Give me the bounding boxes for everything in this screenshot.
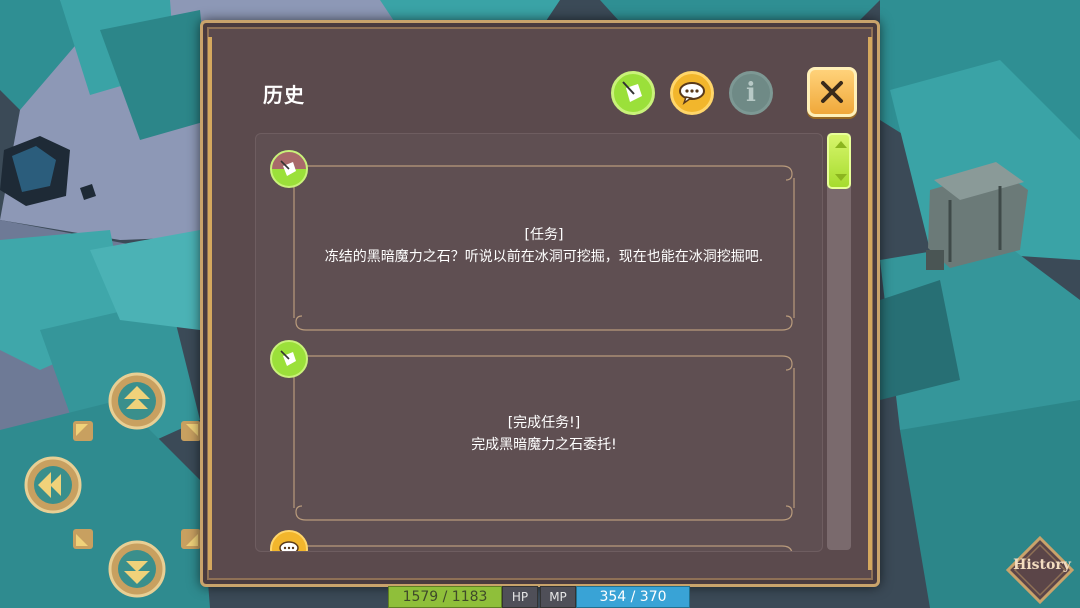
dpad-downright-button[interactable] (180, 528, 200, 550)
entry-tag: [完成任务!] (507, 415, 581, 431)
entry-text: 完成黑暗魔力之石委托! (471, 437, 617, 453)
dpad-downleft-button[interactable] (72, 528, 94, 550)
chevron-down-icon (835, 174, 847, 181)
entry-tag: [任务] (524, 227, 564, 243)
history-panel: 历史 i [任务] 冻结的黑暗魔力之石？听说以前在冰洞可挖掘，现在也能在冰洞挖掘… (200, 20, 880, 587)
scrollbar-thumb[interactable] (827, 133, 851, 189)
panel-edge-right (868, 37, 872, 570)
entry-icon (270, 530, 308, 551)
quill-icon (280, 350, 296, 366)
history-entry: [完成任务!] 完成黑暗魔力之石委托! (270, 340, 796, 522)
history-entry: [任务] 冻结的黑暗魔力之石？听说以前在冰洞可挖掘，现在也能在冰洞挖掘吧. (270, 150, 796, 332)
hp-label: HP (502, 586, 538, 608)
tab-quest[interactable] (611, 71, 655, 115)
quill-icon (622, 81, 642, 102)
hp-bar: 1579 / 1183 (388, 586, 502, 608)
mp-label: MP (540, 586, 576, 608)
entry-frame (306, 545, 793, 551)
tab-chat[interactable] (670, 71, 714, 115)
mp-bar: 354 / 370 (576, 586, 690, 608)
history-entry (270, 530, 796, 551)
quill-icon (280, 160, 296, 176)
tab-info[interactable]: i (729, 71, 773, 115)
close-icon (821, 81, 843, 103)
dpad-upleft-button[interactable] (72, 420, 94, 442)
history-list[interactable]: [任务] 冻结的黑暗魔力之石？听说以前在冰洞可挖掘，现在也能在冰洞挖掘吧. [完… (255, 133, 823, 552)
speech-bubble-icon (279, 541, 299, 551)
history-button-label: History (1013, 557, 1071, 573)
close-button[interactable] (807, 67, 857, 117)
dpad-upright-button[interactable] (180, 420, 200, 442)
panel-edge-left (208, 37, 212, 570)
chevron-up-icon (835, 141, 847, 148)
dpad-up-button[interactable] (108, 372, 166, 430)
entry-icon (270, 340, 308, 378)
panel-title: 历史 (263, 83, 305, 107)
entry-text: 冻结的黑暗魔力之石？听说以前在冰洞可挖掘，现在也能在冰洞挖掘吧. (324, 249, 764, 265)
dpad-down-button[interactable] (108, 540, 166, 598)
scrollbar-track[interactable] (827, 133, 851, 550)
dpad-left-button[interactable] (24, 456, 82, 514)
info-icon: i (746, 78, 756, 108)
speech-bubble-icon (679, 82, 705, 105)
entry-icon (270, 150, 308, 188)
